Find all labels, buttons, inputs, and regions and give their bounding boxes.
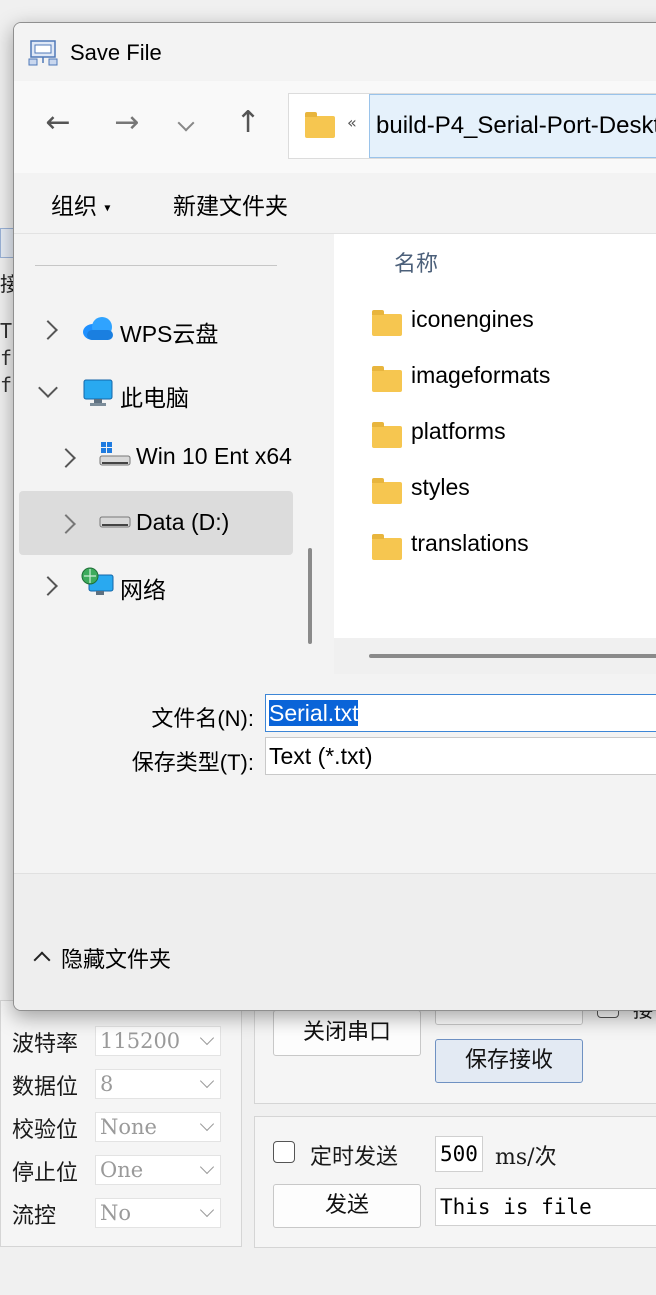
nav-item-data-drive[interactable]: Data (D:) xyxy=(19,491,293,555)
folder-icon xyxy=(372,366,402,392)
nav-item-wps-cloud[interactable]: WPS云盘 xyxy=(19,299,294,359)
recent-locations-chevron-icon[interactable] xyxy=(177,114,195,132)
file-item[interactable]: styles xyxy=(372,474,656,530)
timed-send-label: 定时发送 xyxy=(310,1145,399,1170)
horizontal-scrollbar-thumb[interactable] xyxy=(369,654,656,658)
horizontal-scrollbar[interactable] xyxy=(334,638,656,674)
interval-unit: ms/次 xyxy=(495,1145,557,1170)
databits-combo[interactable]: 8 xyxy=(95,1069,221,1099)
file-item[interactable]: platforms xyxy=(372,418,656,474)
save-file-dialog: Save File ← → ↑ « build-P4_Serial-Port-D… xyxy=(13,22,656,1011)
chevron-down-icon xyxy=(199,1159,215,1175)
flowcontrol-label: 流控 xyxy=(12,1204,57,1229)
nav-scrollbar-thumb[interactable] xyxy=(308,548,312,644)
dropdown-caret-icon: ▾ xyxy=(104,200,111,215)
monitor-icon xyxy=(83,379,113,406)
address-bar[interactable]: « build-P4_Serial-Port-Desktop xyxy=(288,93,656,159)
timed-send-checkbox[interactable] xyxy=(273,1141,295,1163)
filename-input[interactable]: Serial.txt xyxy=(265,694,656,732)
navigation-pane: WPS云盘 此电脑 Win 10 Ent x64 Data (D:) 网络 xyxy=(14,234,327,684)
nav-divider xyxy=(35,265,277,266)
cloud-icon xyxy=(83,317,113,340)
send-button[interactable]: 发送 xyxy=(273,1184,421,1228)
folder-icon xyxy=(372,478,402,504)
chevron-down-icon[interactable] xyxy=(38,378,58,398)
filename-selected-text: Serial.txt xyxy=(269,700,359,726)
filetype-label: 保存类型(T): xyxy=(131,750,254,775)
forward-arrow-icon[interactable]: → xyxy=(107,103,147,143)
new-folder-button[interactable]: 新建文件夹 xyxy=(173,187,288,221)
interval-input[interactable]: 500 xyxy=(435,1136,483,1172)
parity-label: 校验位 xyxy=(12,1118,79,1143)
nav-item-network[interactable]: 网络 xyxy=(19,555,294,615)
databits-label: 数据位 xyxy=(12,1075,79,1100)
filename-label: 文件名(N): xyxy=(151,706,254,731)
chevron-down-icon xyxy=(199,1202,215,1218)
chevron-right-icon[interactable] xyxy=(38,320,58,340)
stopbits-combo[interactable]: One xyxy=(95,1155,221,1185)
close-port-button[interactable]: 关闭串口 xyxy=(273,1010,421,1056)
windows-drive-icon xyxy=(99,442,131,466)
file-item[interactable]: translations xyxy=(372,530,656,586)
up-arrow-icon[interactable]: ↑ xyxy=(228,103,268,143)
dialog-titlebar: Save File xyxy=(14,23,656,81)
file-list-pane: 名称 iconengines imageformats platforms st… xyxy=(334,234,656,674)
chevron-down-icon xyxy=(199,1116,215,1132)
flowcontrol-combo[interactable]: No xyxy=(95,1198,221,1228)
folder-icon xyxy=(372,534,402,560)
chevron-right-icon[interactable] xyxy=(38,576,58,596)
chevron-up-icon[interactable] xyxy=(33,951,51,969)
drive-icon xyxy=(99,516,131,528)
filetype-select[interactable]: Text (*.txt) xyxy=(265,737,656,775)
folder-icon xyxy=(372,310,402,336)
nav-item-win10-drive[interactable]: Win 10 Ent x64 xyxy=(19,427,294,487)
organize-menu[interactable]: 组织 ▾ xyxy=(51,187,110,221)
dialog-title: Save File xyxy=(70,40,162,65)
chevron-down-icon xyxy=(199,1073,215,1089)
baud-combo[interactable]: 115200 xyxy=(95,1026,221,1056)
baud-label: 波特率 xyxy=(12,1032,79,1057)
address-path[interactable]: build-P4_Serial-Port-Desktop xyxy=(369,94,656,158)
chevron-right-icon[interactable] xyxy=(56,514,76,534)
breadcrumb-overflow[interactable]: « xyxy=(347,113,357,132)
dialog-toolbar: 组织 ▾ 新建文件夹 xyxy=(14,173,656,234)
dialog-footer: 隐藏文件夹 xyxy=(14,873,656,1010)
save-receive-button[interactable]: 保存接收 xyxy=(435,1039,583,1083)
chevron-down-icon xyxy=(199,1030,215,1046)
file-item[interactable]: imageformats xyxy=(372,362,656,418)
hide-folders-toggle[interactable]: 隐藏文件夹 xyxy=(61,942,171,974)
send-text-input[interactable]: This is file xyxy=(435,1188,656,1226)
chevron-right-icon[interactable] xyxy=(56,448,76,468)
parity-combo[interactable]: None xyxy=(95,1112,221,1142)
folder-icon xyxy=(305,112,335,138)
file-item[interactable]: iconengines xyxy=(372,306,656,362)
network-icon xyxy=(81,567,114,595)
column-header-name[interactable]: 名称 xyxy=(394,246,438,278)
stopbits-label: 停止位 xyxy=(12,1161,79,1186)
nav-item-this-pc[interactable]: 此电脑 xyxy=(19,363,294,423)
back-arrow-icon[interactable]: ← xyxy=(38,103,78,143)
folder-icon xyxy=(372,422,402,448)
app-icon xyxy=(28,40,58,66)
